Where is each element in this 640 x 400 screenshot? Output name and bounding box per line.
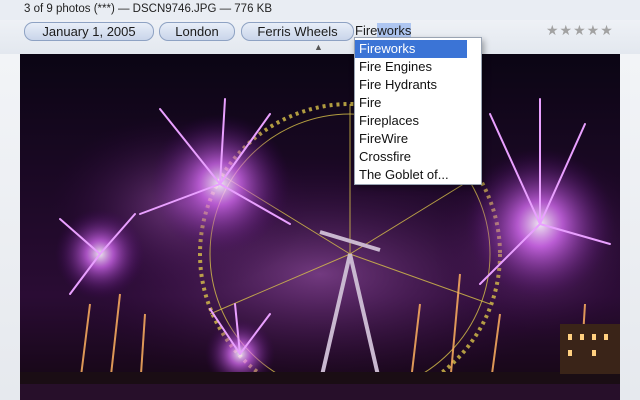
dropdown-item-fire-hydrants[interactable]: Fire Hydrants <box>355 76 481 94</box>
caret-up-icon[interactable]: ▲ <box>314 42 323 52</box>
dropdown-item-crossfire[interactable]: Crossfire <box>355 148 481 166</box>
photo-frame-left <box>0 54 20 400</box>
tag-ferris-wheels[interactable]: Ferris Wheels <box>241 22 354 41</box>
photo-fireworks[interactable] <box>20 54 620 400</box>
dropdown-item-goblet[interactable]: The Goblet of... <box>355 166 481 184</box>
dropdown-item-fire-engines[interactable]: Fire Engines <box>355 58 481 76</box>
tag-autocomplete-dropdown[interactable]: Fireworks Fire Engines Fire Hydrants Fir… <box>354 37 482 185</box>
photo-info-bar: 3 of 9 photos (***) — DSCN9746.JPG — 776… <box>0 0 640 21</box>
tag-input-typed-text: Fire <box>355 23 378 38</box>
dropdown-item-fireplaces[interactable]: Fireplaces <box>355 112 481 130</box>
tag-london[interactable]: London <box>159 22 235 41</box>
rating-stars[interactable]: ★★★★★ <box>546 22 614 39</box>
tag-bar: January 1, 2005 London Ferris Wheels Fir… <box>0 20 640 54</box>
tag-date[interactable]: January 1, 2005 <box>24 22 154 41</box>
photo-info-text: 3 of 9 photos (***) — DSCN9746.JPG — 776… <box>24 3 273 15</box>
fireworks-image <box>20 54 620 400</box>
dropdown-item-firewire[interactable]: FireWire <box>355 130 481 148</box>
dropdown-item-fireworks[interactable]: Fireworks <box>355 40 467 58</box>
photo-frame-right <box>620 54 640 400</box>
tag-input-autocomplete-text: works <box>377 23 412 38</box>
dropdown-item-fire[interactable]: Fire <box>355 94 481 112</box>
